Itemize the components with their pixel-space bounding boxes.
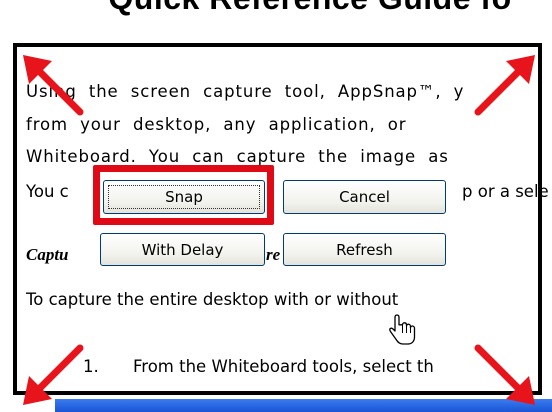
snap-highlight-box <box>93 165 274 225</box>
section-heading-end: re <box>266 245 281 264</box>
paragraph-line-4-end: p or a sele <box>462 182 549 201</box>
refresh-button[interactable]: Refresh <box>283 233 446 266</box>
refresh-button-label: Refresh <box>336 240 393 259</box>
hand-pointer-cursor-icon <box>389 314 416 345</box>
arrow-top-right-icon <box>474 55 535 116</box>
arrow-top-left-icon <box>23 55 84 116</box>
arrow-bottom-right-icon <box>474 344 535 405</box>
screenshot-page: Quick Reference Guide fo Using the scree… <box>0 0 552 412</box>
cancel-button[interactable]: Cancel <box>283 180 446 214</box>
paragraph-line-3: Whiteboard. You can capture the image as <box>26 147 449 166</box>
list-item-text: From the Whiteboard tools, select th <box>133 357 434 376</box>
with-delay-button[interactable]: With Delay <box>100 233 265 266</box>
paragraph-line-1: Using the screen capture tool, AppSnap™,… <box>26 82 465 101</box>
section-heading-start: Captu <box>26 245 69 264</box>
document-title: Quick Reference Guide fo <box>0 0 552 17</box>
arrow-bottom-left-icon <box>23 344 84 405</box>
with-delay-button-label: With Delay <box>141 240 224 259</box>
cancel-button-label: Cancel <box>339 188 390 206</box>
instruction-line: To capture the entire desktop with or wi… <box>26 290 399 309</box>
paragraph-line-4-start: You c <box>26 182 69 201</box>
